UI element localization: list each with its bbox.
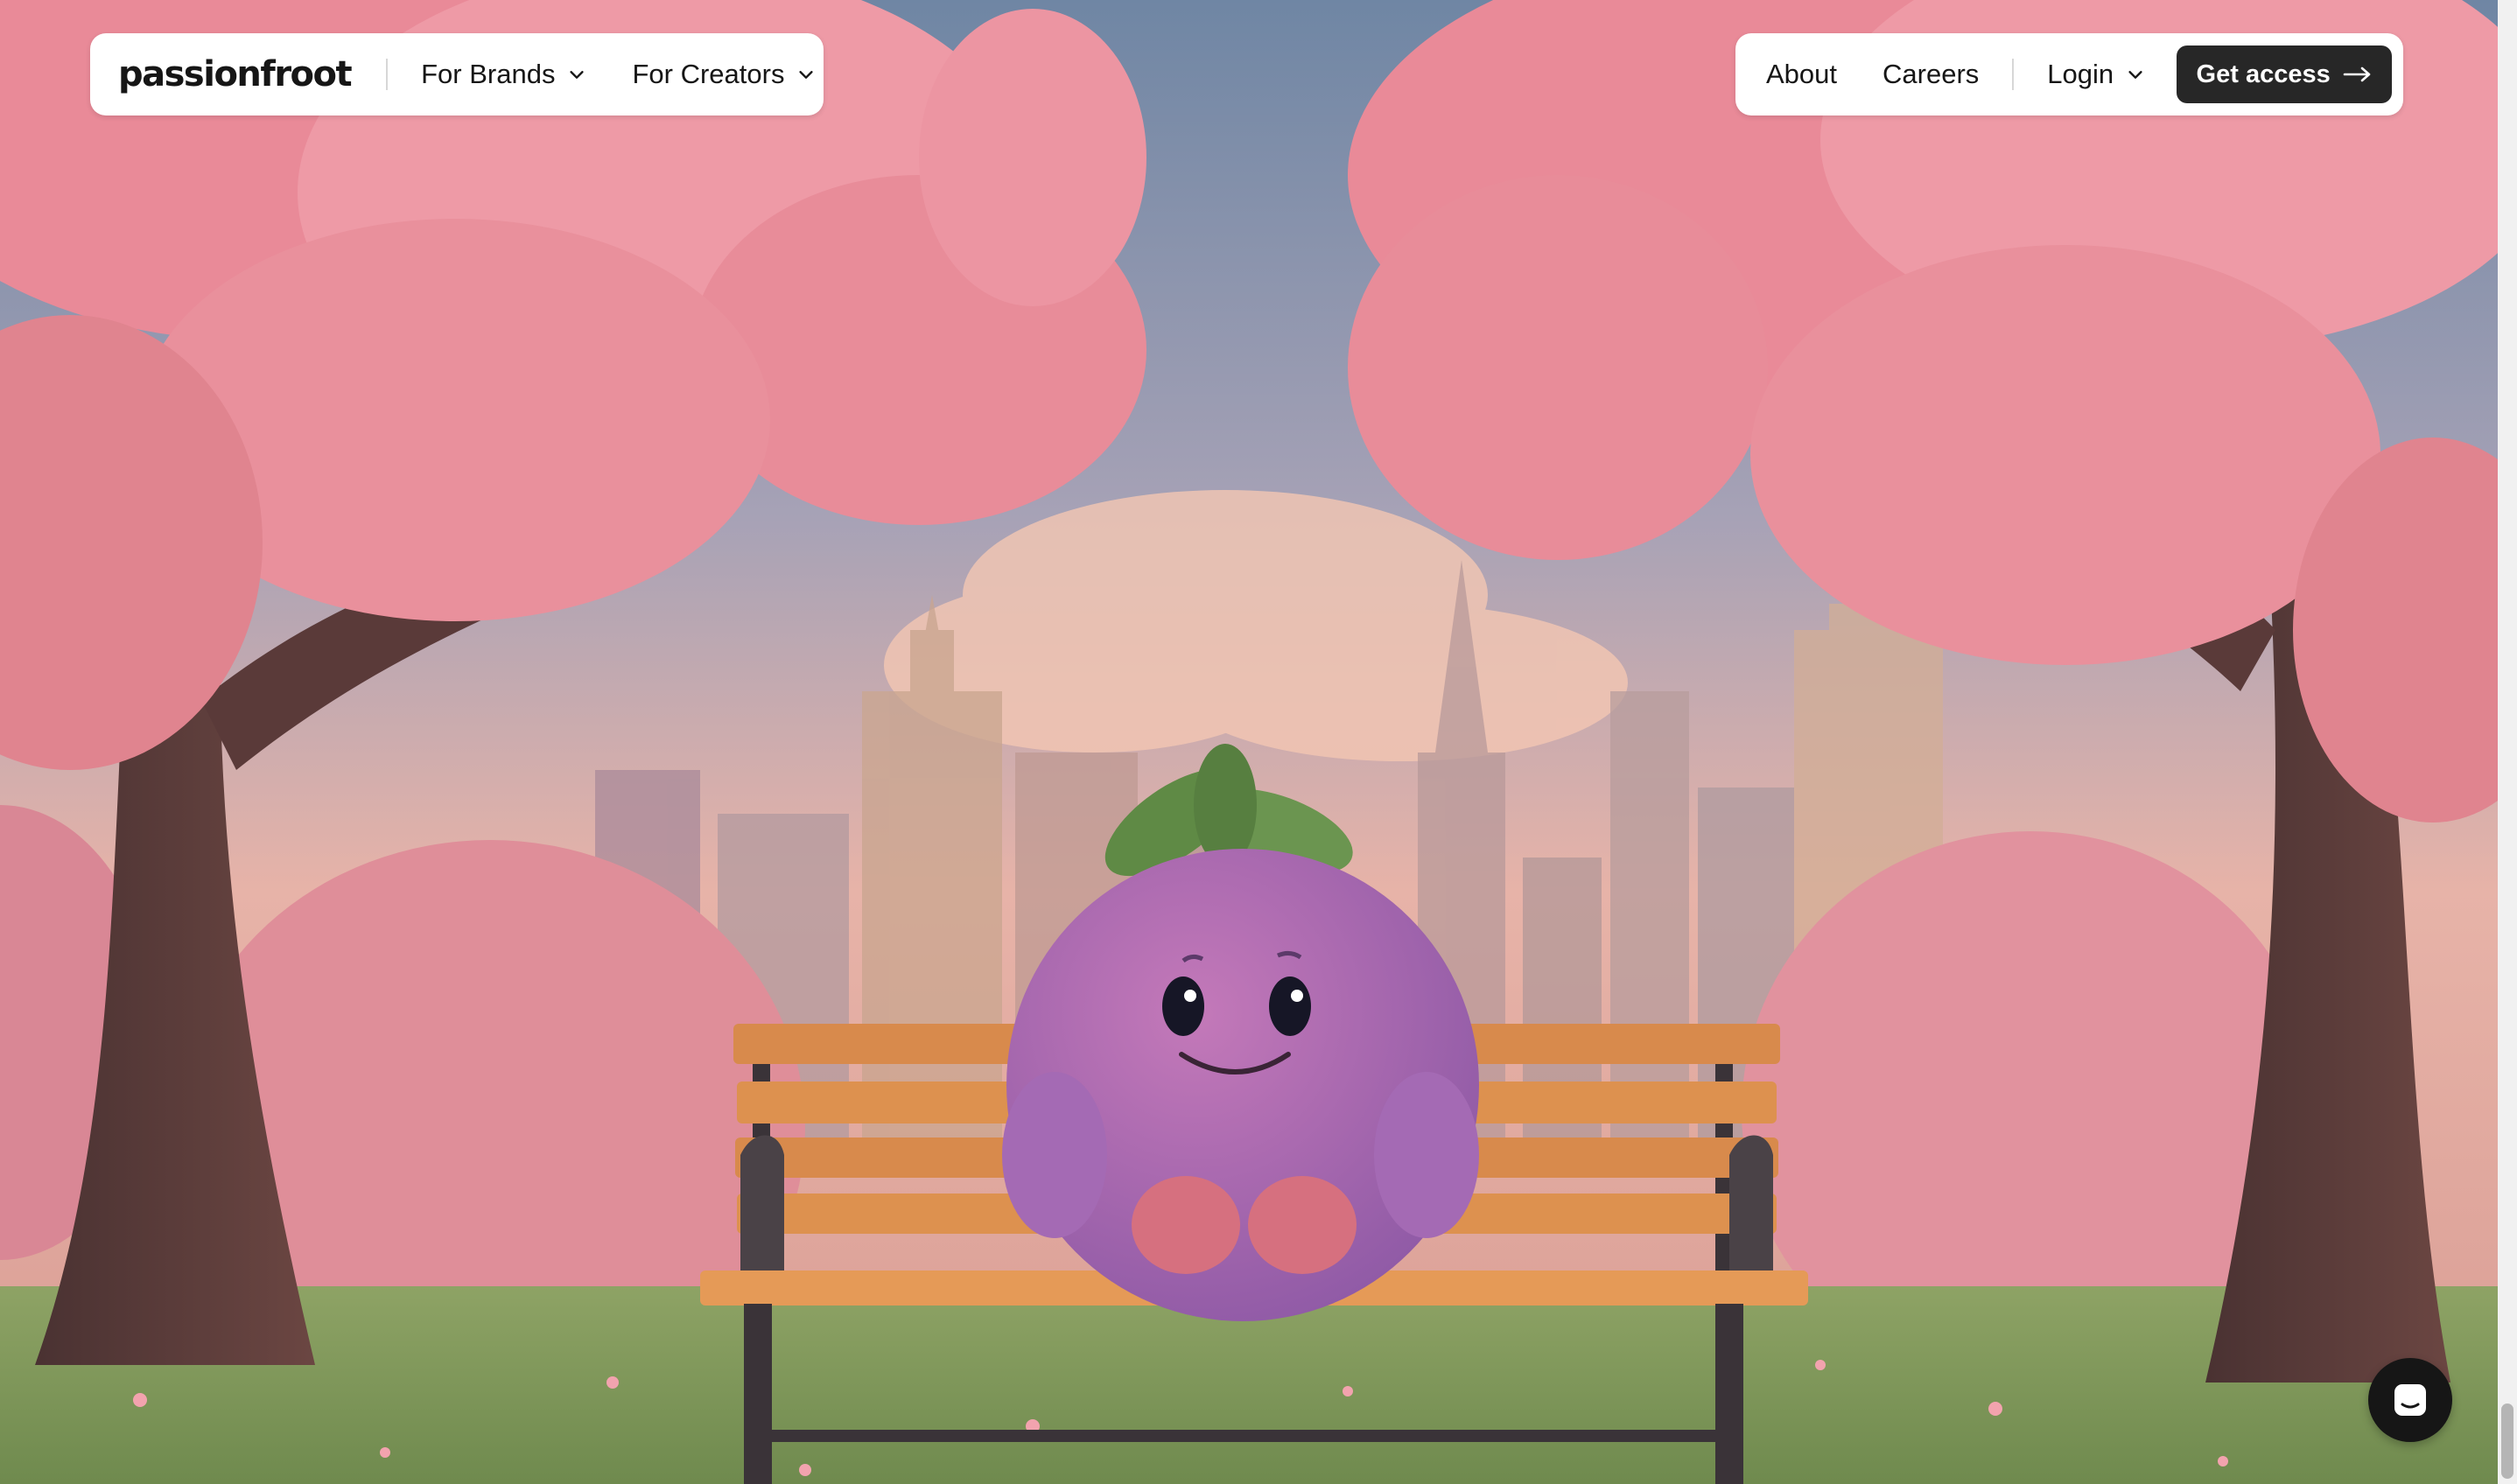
primary-nav: passionfroot For Brands For Creators [90, 33, 824, 116]
get-access-button[interactable]: Get access [2177, 46, 2393, 103]
nav-item-for-creators[interactable]: For Creators [632, 59, 816, 90]
chevron-down-icon [799, 71, 814, 79]
chat-icon [2394, 1384, 2426, 1416]
chevron-down-icon [2128, 71, 2142, 79]
nav-divider [2012, 59, 2015, 90]
nav-item-for-brands[interactable]: For Brands [421, 59, 586, 90]
nav-item-label: For Creators [632, 59, 785, 89]
login-dropdown[interactable]: Login [2047, 59, 2145, 90]
nav-item-label: About [1766, 59, 1838, 89]
scrollbar-thumb[interactable] [2501, 1404, 2513, 1479]
chevron-down-icon [570, 71, 585, 79]
nav-divider [386, 59, 389, 90]
hero-illustration [0, 0, 2517, 1484]
nav-item-careers[interactable]: Careers [1882, 59, 1979, 90]
login-label: Login [2047, 59, 2114, 89]
chat-launcher-button[interactable] [2368, 1358, 2452, 1442]
secondary-nav: About Careers Login Get access [1735, 33, 2403, 116]
scrollbar-track[interactable] [2498, 0, 2517, 1484]
nav-item-about[interactable]: About [1766, 59, 1837, 90]
nav-item-label: Careers [1882, 59, 1980, 89]
nav-item-label: For Brands [421, 59, 556, 89]
brand-logo[interactable]: passionfroot [118, 54, 353, 94]
arrow-right-icon [2343, 66, 2371, 82]
get-access-label: Get access [2196, 60, 2331, 88]
